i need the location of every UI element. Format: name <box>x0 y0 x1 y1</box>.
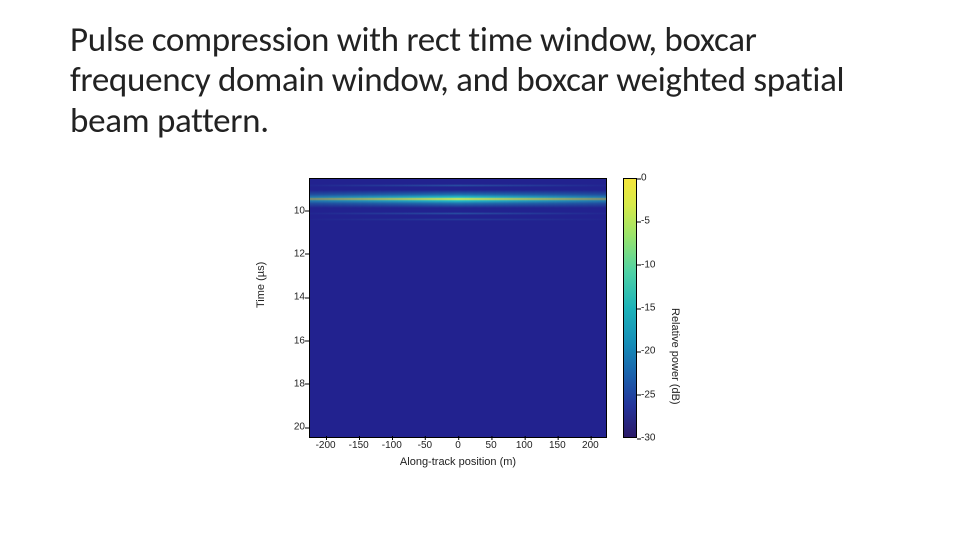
colorbar-tick: 0 <box>641 173 647 184</box>
y-tick: 18 <box>277 378 305 389</box>
y-tick: 12 <box>277 248 305 259</box>
x-tick: -100 <box>382 440 402 451</box>
slide: Pulse compression with rect time window,… <box>0 0 960 540</box>
heatmap-main-return <box>309 190 607 208</box>
heatmap-sidelobe <box>309 218 607 221</box>
colorbar-tick: -30 <box>641 433 655 444</box>
y-tick: 14 <box>277 292 305 303</box>
x-axis-label: Along-track position (m) <box>309 456 607 468</box>
colorbar-label: Relative power (dB) <box>669 308 681 405</box>
x-tick: 50 <box>486 440 497 451</box>
colorbar <box>623 178 637 438</box>
colorbar-tick: -25 <box>641 389 655 400</box>
heatmap-axes <box>309 178 607 438</box>
heatmap-background <box>309 178 607 438</box>
x-tick: -200 <box>316 440 336 451</box>
x-tick: 100 <box>516 440 533 451</box>
colorbar-tick: -15 <box>641 303 655 314</box>
x-tick: -150 <box>349 440 369 451</box>
x-tick: -50 <box>418 440 432 451</box>
x-tick: 200 <box>582 440 599 451</box>
slide-title: Pulse compression with rect time window,… <box>70 20 900 141</box>
heatmap-sidelobe <box>309 212 607 215</box>
y-axis-label: Time (µs) <box>255 262 267 308</box>
x-tick: 0 <box>455 440 461 451</box>
colorbar-tick: -10 <box>641 259 655 270</box>
y-tick: 20 <box>277 422 305 433</box>
y-tick: 10 <box>277 205 305 216</box>
colorbar-tick: -20 <box>641 346 655 357</box>
y-tick: 16 <box>277 335 305 346</box>
heatmap-sidelobe <box>309 184 607 187</box>
x-tick: 150 <box>549 440 566 451</box>
chart-figure: 10 12 14 16 18 20 -200 -150 -100 -50 0 5… <box>255 170 695 485</box>
colorbar-tick: -5 <box>641 216 650 227</box>
